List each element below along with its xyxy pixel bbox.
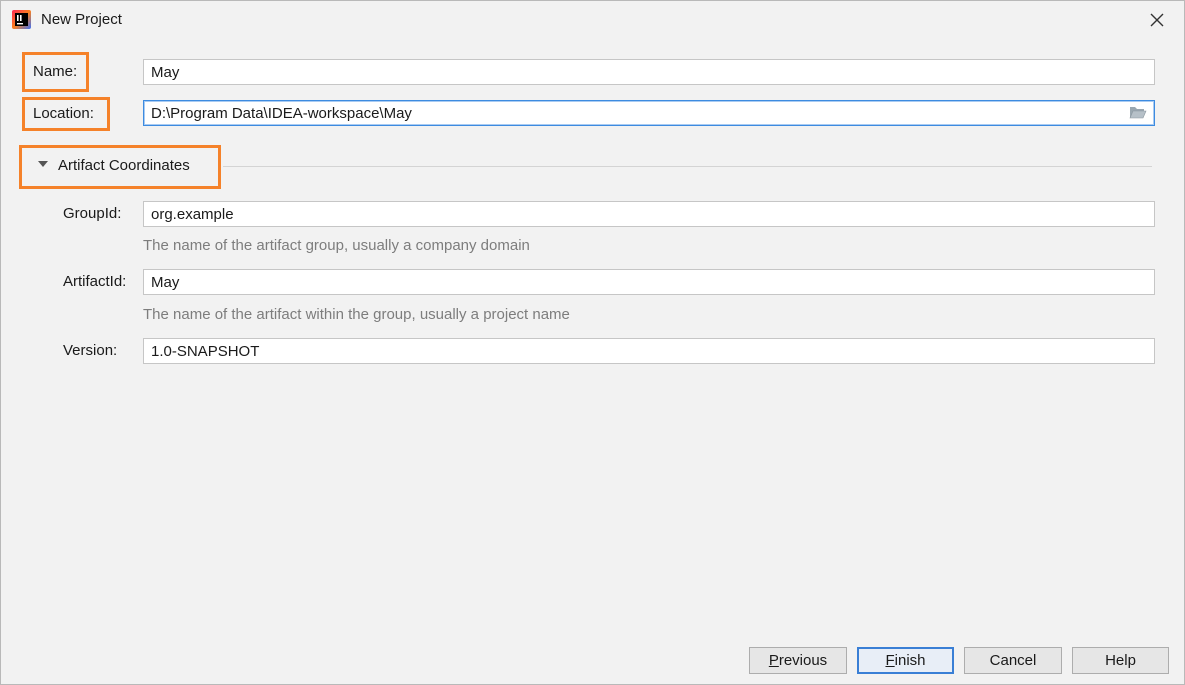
close-button[interactable] bbox=[1144, 7, 1170, 33]
section-divider bbox=[223, 166, 1152, 167]
help-button[interactable]: Help bbox=[1072, 647, 1169, 674]
chevron-down-icon bbox=[38, 161, 48, 167]
group-id-label: GroupId: bbox=[63, 205, 122, 222]
previous-label: revious bbox=[778, 652, 828, 669]
name-input[interactable] bbox=[143, 59, 1155, 85]
intellij-idea-icon bbox=[12, 10, 31, 29]
group-id-hint: The name of the artifact group, usually … bbox=[143, 237, 530, 254]
previous-mnemonic: P bbox=[768, 652, 779, 669]
artifact-id-label: ArtifactId: bbox=[63, 273, 127, 290]
finish-button[interactable]: Finish bbox=[857, 647, 954, 674]
finish-label: inish bbox=[894, 652, 926, 669]
finish-mnemonic: F bbox=[885, 652, 895, 669]
artifact-id-input[interactable] bbox=[143, 269, 1155, 295]
window-title: New Project bbox=[41, 11, 122, 28]
cancel-label: Cancel bbox=[989, 652, 1037, 669]
artifact-coordinates-toggle[interactable]: Artifact Coordinates bbox=[29, 151, 215, 181]
artifact-id-hint: The name of the artifact within the grou… bbox=[143, 306, 570, 323]
new-project-dialog: New Project Name: Location: Artifact Coo… bbox=[0, 0, 1185, 685]
folder-icon[interactable] bbox=[1129, 104, 1147, 120]
previous-button[interactable]: Previous bbox=[749, 647, 847, 674]
title-bar: New Project bbox=[1, 1, 1184, 39]
location-input[interactable] bbox=[143, 100, 1155, 126]
artifact-section-title: Artifact Coordinates bbox=[58, 157, 190, 174]
help-label: Help bbox=[1105, 652, 1136, 669]
close-icon bbox=[1150, 13, 1164, 27]
version-label: Version: bbox=[63, 342, 118, 359]
cancel-button[interactable]: Cancel bbox=[964, 647, 1062, 674]
version-input[interactable] bbox=[143, 338, 1155, 364]
location-label: Location: bbox=[33, 105, 94, 122]
group-id-input[interactable] bbox=[143, 201, 1155, 227]
name-label: Name: bbox=[33, 63, 78, 80]
